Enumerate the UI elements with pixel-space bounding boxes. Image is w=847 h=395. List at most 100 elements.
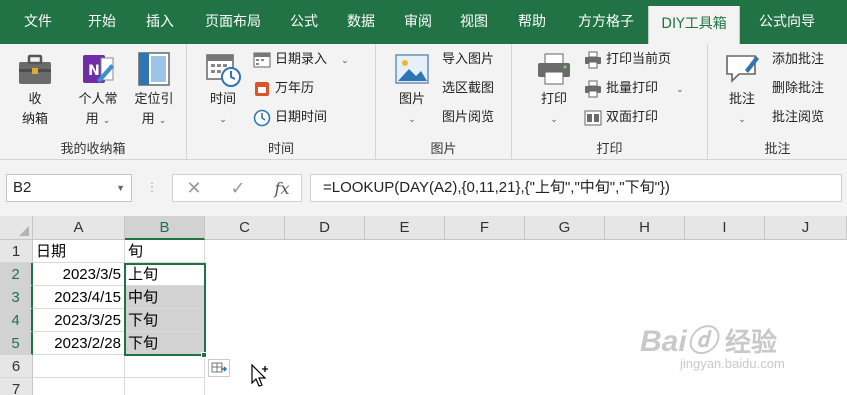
toolbox-label-2: 纳箱 [21,112,48,127]
row-header-2[interactable]: 2 [0,263,33,286]
toolbox-label-1: 收 [28,92,42,107]
group-comment: 批注 ⌄ 添加批注 删除批注 批注阅览 批注 [708,44,847,160]
column-header-d[interactable]: D [285,216,365,240]
print-current-page-button[interactable]: 打印当前页 [584,47,671,73]
personal-favorites-button[interactable]: N 个人常 用 ⌄ [70,50,126,131]
column-header-b[interactable]: B [125,216,205,240]
quick-analysis-button[interactable] [208,359,230,377]
tab-home[interactable]: 开始 [76,0,128,44]
cell-b2[interactable]: 上旬 [125,263,205,286]
tab-diy-toolbox[interactable]: DIY工具箱 [648,6,740,44]
area-screenshot-button[interactable]: 选区截图 [442,76,494,102]
time-button[interactable]: 时间 ⌄ [201,50,245,130]
cell-a3[interactable]: 2023/4/15 [33,286,125,309]
chevron-down-icon: ⌄ [102,116,111,126]
cell-b5[interactable]: 下旬 [125,332,205,355]
date-entry-button[interactable]: 日期录入 ⌄ [253,47,349,73]
column-header-g[interactable]: G [525,216,605,240]
tab-review[interactable]: 审阅 [394,0,442,44]
cell-b7[interactable] [125,378,205,395]
insert-function-button[interactable]: fx [269,177,295,201]
cell-a4[interactable]: 2023/3/25 [33,309,125,332]
duplex-print-label: 双面打印 [606,110,659,125]
duplex-print-icon [584,110,602,125]
resize-handle-icon[interactable]: ⋮ [146,180,158,194]
perpetual-calendar-label: 万年历 [275,81,315,96]
import-picture-button[interactable]: 导入图片 [442,47,494,73]
tab-formula-wizard[interactable]: 公式向导 [748,0,826,44]
tab-formulas[interactable]: 公式 [280,0,328,44]
column-header-j[interactable]: J [765,216,847,240]
column-header-a[interactable]: A [33,216,125,240]
chevron-down-icon: ⌄ [219,115,227,125]
group-label-time: 时间 [267,142,294,157]
tab-page-layout[interactable]: 页面布局 [196,0,270,44]
personal-favorites-label-1: 个人常 [78,92,118,107]
perpetual-calendar-button[interactable]: 万年历 [253,76,314,102]
batch-print-button[interactable]: 批量打印 ⌄ [584,76,684,102]
row-header-5[interactable]: 5 [0,332,33,355]
row-header-4[interactable]: 4 [0,309,33,332]
locate-reference-button[interactable]: 定位引 用 ⌄ [126,50,182,131]
comment-label: 批注 [728,92,755,107]
picture-viewer-button[interactable]: 图片阅览 [442,105,494,131]
cell-a2[interactable]: 2023/3/5 [33,263,125,286]
locate-reference-icon [138,52,170,86]
formula-bar: B2 ▼ ⋮ ✕ ✓ fx =LOOKUP(DAY(A2),{0,11,21},… [0,160,847,216]
tab-insert[interactable]: 插入 [134,0,186,44]
print-page-icon [585,51,601,68]
picture-button[interactable]: 图片 ⌄ [390,50,434,130]
row-header-7[interactable]: 7 [0,378,33,395]
cell-b3[interactable]: 中旬 [125,286,205,309]
mouse-pointer-icon [251,364,268,387]
comment-icon [726,55,759,83]
row-header-1[interactable]: 1 [0,240,33,263]
name-box-value: B2 [13,179,32,196]
batch-print-label: 批量打印 [606,81,659,96]
formula-input[interactable]: =LOOKUP(DAY(A2),{0,11,21},{"上旬","中旬","下旬… [310,174,842,202]
column-header-f[interactable]: F [445,216,525,240]
chevron-down-icon[interactable]: ▼ [116,175,125,201]
date-entry-label: 日期录入 [275,52,328,67]
column-header-h[interactable]: H [605,216,685,240]
column-header-c[interactable]: C [205,216,285,240]
print-button[interactable]: 打印 ⌄ [532,50,576,130]
delete-comment-button[interactable]: 删除批注 [772,76,824,102]
picture-label: 图片 [398,92,425,107]
group-print: 打印 ⌄ 打印当前页 批量打印 ⌄ 双面打印 打印 [512,44,708,160]
tab-view[interactable]: 视图 [450,0,498,44]
column-header-i[interactable]: I [685,216,765,240]
row-header-3[interactable]: 3 [0,286,33,309]
fill-handle[interactable] [201,352,207,358]
cell-a1[interactable]: 日期 [33,240,125,263]
duplex-print-button[interactable]: 双面打印 [584,105,658,131]
tab-file[interactable]: 文件 [10,0,66,44]
chevron-down-icon: ⌄ [676,85,684,95]
name-box[interactable]: B2 ▼ [6,174,132,202]
enter-icon[interactable]: ✓ [225,177,251,201]
toolbox-button[interactable]: 收 纳箱 [10,50,60,130]
tab-ffgz[interactable]: 方方格子 [568,0,644,44]
cell-a7[interactable] [33,378,125,395]
print-label: 打印 [540,92,567,107]
locate-reference-label-2: 用 ⌄ [141,112,167,127]
tab-data[interactable]: 数据 [336,0,386,44]
tab-help[interactable]: 帮助 [506,0,558,44]
comment-button[interactable]: 批注 ⌄ [720,50,764,130]
cancel-icon[interactable]: ✕ [181,177,207,201]
datetime-button[interactable]: 日期时间 [253,105,327,131]
cell-a5[interactable]: 2023/2/28 [33,332,125,355]
select-all-button[interactable] [0,216,33,240]
group-label-comment: 批注 [764,142,791,157]
column-header-e[interactable]: E [365,216,445,240]
cell-b6[interactable] [125,355,205,378]
cell-b1[interactable]: 旬 [125,240,205,263]
cell-a6[interactable] [33,355,125,378]
perpetual-calendar-icon [255,81,269,96]
cell-b4[interactable]: 下旬 [125,309,205,332]
add-comment-button[interactable]: 添加批注 [772,47,824,73]
worksheet-grid: A B C D E F G H I J 1 2 3 4 5 6 7 日期 旬 2… [0,216,847,395]
comment-viewer-button[interactable]: 批注阅览 [772,105,824,131]
row-header-6[interactable]: 6 [0,355,33,378]
picture-icon [395,54,429,84]
